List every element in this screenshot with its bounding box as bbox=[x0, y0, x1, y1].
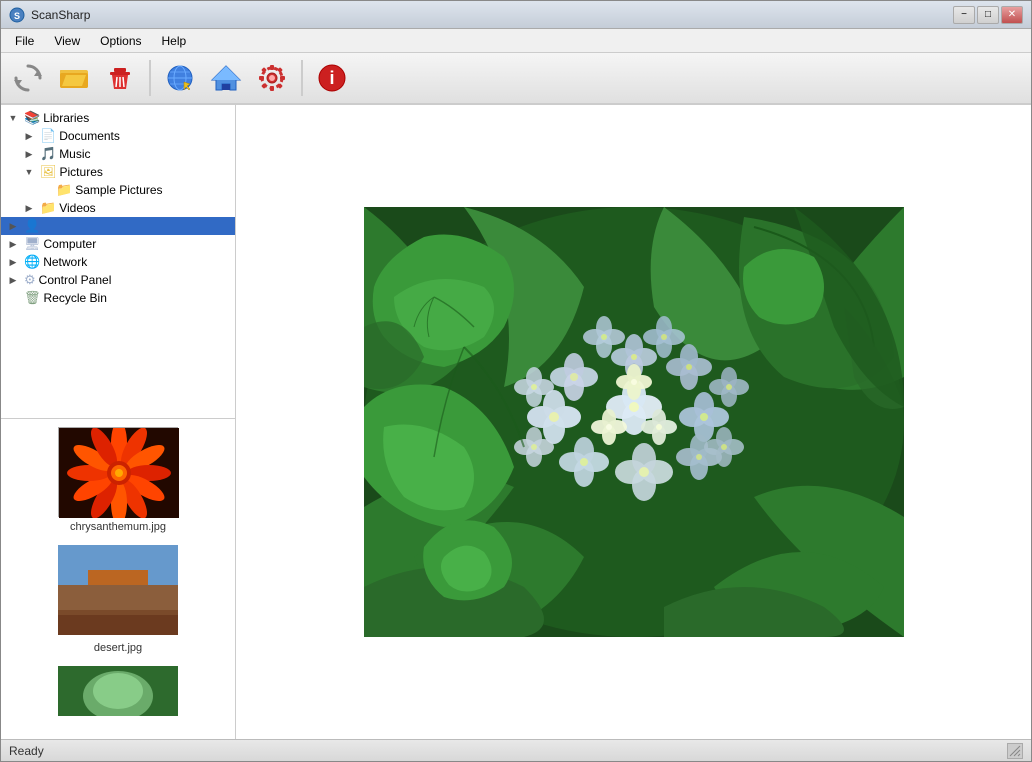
sync-icon bbox=[12, 62, 44, 94]
app-icon: S bbox=[9, 7, 25, 23]
thumbnail-panel[interactable]: chrysanthemum.jpg bbox=[1, 419, 235, 740]
expander-music[interactable]: ▶ bbox=[21, 149, 37, 160]
svg-text:i: i bbox=[329, 68, 334, 88]
expander-sample-pictures bbox=[37, 185, 53, 195]
open-folder-icon bbox=[58, 62, 90, 94]
preview-image-wrap bbox=[236, 105, 1031, 739]
tree-item-pictures[interactable]: ▼ 🖼 Pictures bbox=[1, 163, 235, 181]
menu-view[interactable]: View bbox=[44, 32, 90, 50]
expander-control-panel[interactable]: ▶ bbox=[5, 275, 21, 286]
folder-icon-libraries: 📚 bbox=[24, 110, 40, 126]
info-icon: i bbox=[316, 62, 348, 94]
tree-label-libraries: Libraries bbox=[43, 111, 89, 125]
tree-panel[interactable]: ▼ 📚 Libraries ▶ 📄 Documents ▶ 🎵 Music bbox=[1, 105, 235, 419]
maximize-button[interactable]: □ bbox=[977, 6, 999, 24]
folder-icon-user: 👤 bbox=[24, 218, 40, 234]
tree-label-documents: Documents bbox=[59, 129, 120, 143]
thumb-label-desert: desert.jpg bbox=[94, 642, 142, 654]
svg-text:S: S bbox=[14, 11, 20, 21]
thumbnail-partial[interactable] bbox=[9, 666, 227, 719]
toolbar-separator-2 bbox=[301, 60, 303, 96]
folder-icon-computer: 🖥 bbox=[24, 236, 41, 252]
tree-label-sample-pictures: Sample Pictures bbox=[75, 183, 162, 197]
tree-item-sample-pictures[interactable]: 📁 Sample Pictures bbox=[1, 181, 235, 199]
left-panel: ▼ 📚 Libraries ▶ 📄 Documents ▶ 🎵 Music bbox=[1, 105, 236, 739]
delete-button[interactable] bbox=[99, 57, 141, 99]
expander-documents[interactable]: ▶ bbox=[21, 131, 37, 142]
minimize-button[interactable]: − bbox=[953, 6, 975, 24]
status-bar: Ready bbox=[1, 739, 1031, 761]
toolbar: i bbox=[1, 53, 1031, 105]
main-window: S ScanSharp − □ ✕ File View Options Help bbox=[0, 0, 1032, 762]
browse-button[interactable] bbox=[159, 57, 201, 99]
expander-pictures[interactable]: ▼ bbox=[21, 167, 37, 177]
folder-icon-control-panel: ⚙ bbox=[24, 272, 36, 288]
tree-item-computer[interactable]: ▶ 🖥 Computer bbox=[1, 235, 235, 253]
open-folder-button[interactable] bbox=[53, 57, 95, 99]
tree-item-user[interactable]: ▶ 👤 bbox=[1, 217, 235, 235]
thumbnail-chrysanthemum[interactable]: chrysanthemum.jpg bbox=[9, 427, 227, 533]
expander-computer[interactable]: ▶ bbox=[5, 239, 21, 250]
tree-label-music: Music bbox=[59, 147, 90, 161]
expander-videos[interactable]: ▶ bbox=[21, 203, 37, 214]
tree-label-recycle-bin: Recycle Bin bbox=[44, 291, 107, 305]
status-grip bbox=[1007, 743, 1023, 759]
folder-icon-network: 🌐 bbox=[24, 254, 40, 270]
tree-item-libraries[interactable]: ▼ 📚 Libraries bbox=[1, 109, 235, 127]
tree-label-pictures: Pictures bbox=[60, 165, 103, 179]
menu-options[interactable]: Options bbox=[90, 32, 151, 50]
settings-icon bbox=[256, 62, 288, 94]
settings-button[interactable] bbox=[251, 57, 293, 99]
preview-panel bbox=[236, 105, 1031, 739]
thumb-image-chrysanthemum bbox=[58, 427, 178, 517]
tree-label-network: Network bbox=[43, 255, 87, 269]
thumb-image-partial bbox=[58, 666, 178, 719]
folder-icon-recycle-bin: 🗑 bbox=[24, 290, 41, 306]
folder-icon-documents: 📄 bbox=[40, 128, 56, 144]
title-bar: S ScanSharp − □ ✕ bbox=[1, 1, 1031, 29]
menu-bar: File View Options Help bbox=[1, 29, 1031, 53]
expander-recycle-bin bbox=[5, 293, 21, 303]
tree-label-videos: Videos bbox=[59, 201, 95, 215]
folder-icon-pictures: 🖼 bbox=[40, 164, 57, 180]
thumb-label-chrysanthemum: chrysanthemum.jpg bbox=[70, 521, 166, 533]
menu-file[interactable]: File bbox=[5, 32, 44, 50]
close-button[interactable]: ✕ bbox=[1001, 6, 1023, 24]
home-icon bbox=[210, 62, 242, 94]
folder-icon-music: 🎵 bbox=[40, 146, 56, 162]
globe-icon bbox=[164, 62, 196, 94]
delete-icon bbox=[104, 62, 136, 94]
status-text: Ready bbox=[9, 744, 44, 758]
expander-user[interactable]: ▶ bbox=[5, 221, 21, 232]
tree-item-music[interactable]: ▶ 🎵 Music bbox=[1, 145, 235, 163]
window-controls: − □ ✕ bbox=[953, 6, 1023, 24]
title-bar-left: S ScanSharp bbox=[9, 7, 90, 23]
thumbnail-desert[interactable]: desert.jpg bbox=[9, 545, 227, 654]
hydrangea-preview bbox=[364, 207, 904, 637]
home-button[interactable] bbox=[205, 57, 247, 99]
tree-item-control-panel[interactable]: ▶ ⚙ Control Panel bbox=[1, 271, 235, 289]
thumb-image-desert bbox=[58, 545, 178, 638]
tree-item-videos[interactable]: ▶ 📁 Videos bbox=[1, 199, 235, 217]
main-content: ▼ 📚 Libraries ▶ 📄 Documents ▶ 🎵 Music bbox=[1, 105, 1031, 739]
tree-item-documents[interactable]: ▶ 📄 Documents bbox=[1, 127, 235, 145]
toolbar-separator-1 bbox=[149, 60, 151, 96]
folder-icon-sample-pictures: 📁 bbox=[56, 182, 72, 198]
tree-item-recycle-bin[interactable]: 🗑 Recycle Bin bbox=[1, 289, 235, 307]
folder-icon-videos: 📁 bbox=[40, 200, 56, 216]
tree-label-computer: Computer bbox=[44, 237, 97, 251]
expander-network[interactable]: ▶ bbox=[5, 257, 21, 268]
tree-item-network[interactable]: ▶ 🌐 Network bbox=[1, 253, 235, 271]
menu-help[interactable]: Help bbox=[152, 32, 197, 50]
info-button[interactable]: i bbox=[311, 57, 353, 99]
tree-label-control-panel: Control Panel bbox=[39, 273, 112, 287]
window-title: ScanSharp bbox=[31, 8, 90, 22]
sync-button[interactable] bbox=[7, 57, 49, 99]
expander-libraries[interactable]: ▼ bbox=[5, 113, 21, 123]
